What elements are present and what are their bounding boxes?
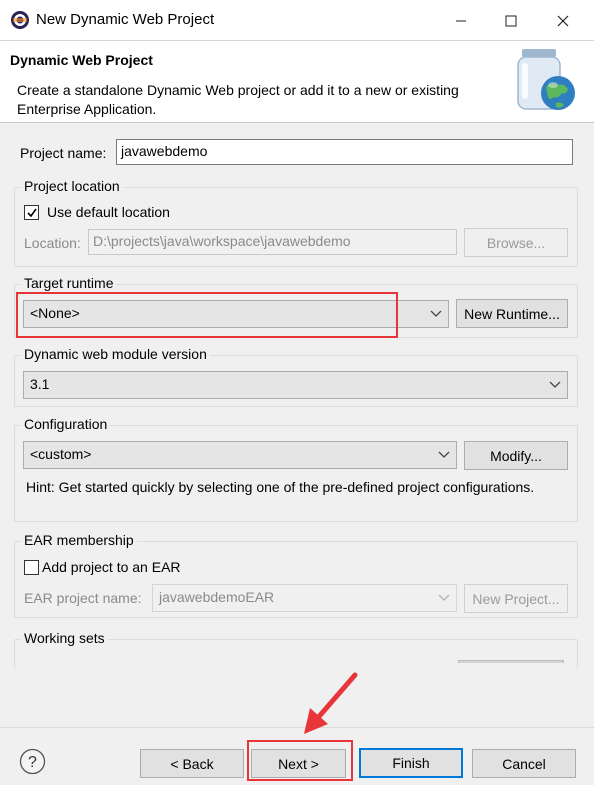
maximize-icon[interactable] (488, 0, 534, 41)
use-default-location-label: Use default location (47, 204, 170, 220)
use-default-location-checkbox[interactable] (24, 205, 39, 220)
red-arrow-icon (304, 672, 358, 734)
web-module-title: Dynamic web module version (21, 346, 210, 362)
location-label: Location: (24, 235, 81, 251)
configuration-hint: Hint: Get started quickly by selecting o… (26, 479, 535, 495)
close-icon[interactable] (540, 0, 586, 41)
footer-separator (0, 727, 594, 728)
new-runtime-button[interactable]: New Runtime... (456, 299, 568, 328)
modify-button[interactable]: Modify... (464, 441, 568, 470)
working-sets-title: Working sets (21, 630, 108, 646)
cancel-button[interactable]: Cancel (472, 749, 576, 778)
ear-project-name-value: javawebdemoEAR (159, 589, 275, 605)
target-runtime-title: Target runtime (21, 275, 117, 291)
svg-text:?: ? (28, 754, 37, 771)
project-name-input[interactable]: javawebdemo (116, 139, 573, 165)
chevron-down-icon (438, 445, 450, 468)
next-highlight-box (247, 740, 353, 781)
configuration-group (14, 425, 578, 522)
runtime-highlight-box (16, 292, 398, 338)
configuration-value: <custom> (30, 446, 92, 462)
finish-button[interactable]: Finish (359, 748, 463, 778)
web-module-version-combo[interactable]: 3.1 (23, 371, 568, 399)
new-ear-project-button[interactable]: New Project... (464, 584, 568, 613)
configuration-combo[interactable]: <custom> (23, 441, 457, 469)
ear-project-name-combo[interactable]: javawebdemoEAR (152, 584, 457, 612)
chevron-down-icon (549, 375, 561, 398)
web-jar-globe-icon (517, 49, 575, 110)
chevron-down-icon (438, 588, 450, 611)
location-input[interactable]: D:\projects\java\workspace\javawebdemo (88, 229, 457, 255)
window-title: New Dynamic Web Project (36, 11, 215, 28)
add-to-ear-label: Add project to an EAR (42, 559, 181, 575)
eclipse-app-icon (11, 11, 29, 29)
ear-membership-title: EAR membership (21, 532, 137, 548)
help-icon[interactable]: ? (19, 748, 46, 775)
configuration-title: Configuration (21, 416, 111, 432)
working-sets-select-button-partial[interactable] (458, 660, 564, 663)
browse-button[interactable]: Browse... (464, 228, 568, 257)
wizard-page-description: Create a standalone Dynamic Web project … (17, 82, 459, 117)
project-name-label: Project name: (20, 145, 107, 161)
minimize-icon[interactable] (438, 0, 484, 41)
wizard-page-title: Dynamic Web Project (10, 52, 153, 68)
ear-project-name-label: EAR project name: (24, 590, 142, 606)
title-bar: New Dynamic Web Project (0, 0, 594, 41)
add-to-ear-checkbox[interactable] (24, 560, 39, 575)
project-location-title: Project location (21, 178, 123, 194)
back-button[interactable]: < Back (140, 749, 244, 778)
web-module-version-value: 3.1 (30, 376, 50, 392)
checkmark-icon (26, 208, 37, 217)
chevron-down-icon (430, 304, 442, 327)
